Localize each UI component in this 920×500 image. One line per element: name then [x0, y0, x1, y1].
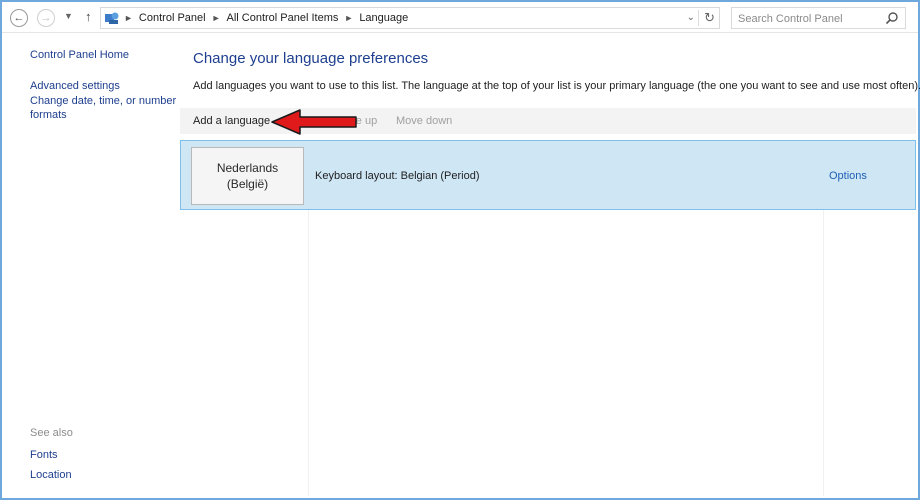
search-input[interactable]: [732, 8, 890, 30]
fonts-link[interactable]: Fonts: [30, 448, 180, 462]
language-name: Nederlands: [216, 161, 279, 175]
keyboard-layout-text: Keyboard layout: Belgian (Period): [315, 170, 480, 182]
page-description: Add languages you want to use to this li…: [193, 80, 920, 92]
language-list-item[interactable]: Nederlands (België) Keyboard layout: Bel…: [180, 140, 916, 210]
navigation-bar: ← → ▼ ↑ ► Control Panel ► All Control Pa…: [2, 2, 918, 33]
language-options-link[interactable]: Options: [829, 170, 867, 182]
breadcrumb-language[interactable]: Language: [359, 12, 408, 24]
page-title: Change your language preferences: [193, 50, 429, 67]
language-tile[interactable]: Nederlands (België): [191, 147, 304, 205]
annotation-arrow-icon: [271, 109, 357, 135]
breadcrumb-control-panel[interactable]: Control Panel: [139, 12, 206, 24]
address-dropdown-icon[interactable]: ⌄: [687, 12, 695, 23]
refresh-icon[interactable]: ↻: [704, 10, 715, 26]
forward-button[interactable]: →: [37, 9, 55, 27]
advanced-settings-link[interactable]: Advanced settings: [30, 79, 180, 93]
back-arrow-icon: ←: [13, 12, 25, 24]
address-bar[interactable]: ► Control Panel ► All Control Panel Item…: [100, 7, 720, 29]
location-link[interactable]: Location: [30, 468, 180, 482]
control-panel-home-link[interactable]: Control Panel Home: [30, 48, 180, 62]
see-also-section: See also Fonts Location: [30, 427, 180, 482]
forward-arrow-icon: →: [40, 12, 52, 24]
change-date-time-formats-link[interactable]: Change date, time, or number formats: [30, 94, 180, 122]
column-divider: [823, 210, 824, 496]
column-divider: [308, 210, 309, 496]
control-panel-icon: [104, 11, 120, 25]
language-region: (België): [226, 177, 269, 191]
search-icon[interactable]: [885, 11, 899, 25]
search-box[interactable]: [731, 7, 906, 30]
move-down-button[interactable]: Move down: [396, 115, 452, 127]
back-button[interactable]: ←: [10, 9, 28, 27]
see-also-heading: See also: [30, 427, 73, 439]
breadcrumb-separator-icon: ►: [344, 13, 354, 23]
address-divider: [698, 10, 699, 26]
add-language-button[interactable]: Add a language: [193, 115, 270, 127]
breadcrumb-separator-icon: ►: [124, 13, 133, 23]
breadcrumb-separator-icon: ►: [211, 13, 221, 23]
up-button[interactable]: ↑: [85, 9, 92, 24]
breadcrumb-all-items[interactable]: All Control Panel Items: [227, 12, 339, 24]
left-pane: Control Panel Home Advanced settings Cha…: [30, 48, 180, 122]
recent-pages-dropdown[interactable]: ▼: [64, 11, 73, 21]
